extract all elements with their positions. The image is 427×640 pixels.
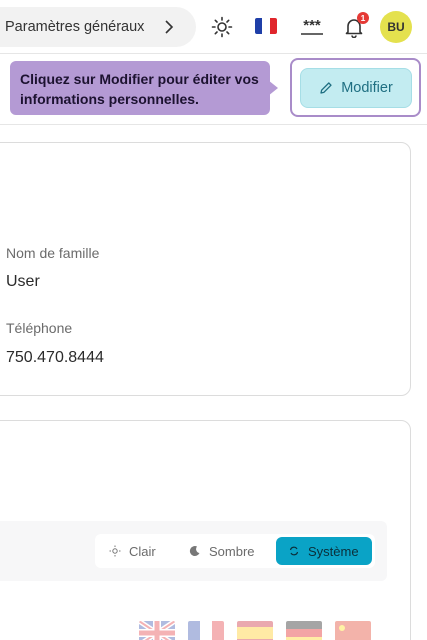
- theme-option-system[interactable]: Système: [276, 537, 372, 565]
- spanish-flag-icon[interactable]: [237, 621, 273, 640]
- theme-option-dark-label: Sombre: [209, 543, 255, 559]
- breadcrumb[interactable]: Paramètres généraux: [0, 7, 196, 47]
- sun-icon[interactable]: [209, 14, 235, 40]
- pencil-icon: [320, 82, 332, 94]
- chevron-right-icon: [165, 20, 174, 34]
- theme-option-dark[interactable]: Sombre: [177, 537, 267, 565]
- theme-option-light-label: Clair: [129, 543, 156, 559]
- last-name-value: User: [6, 273, 40, 290]
- modify-button-label: Modifier: [341, 80, 393, 96]
- phone-label: Téléphone: [6, 320, 73, 336]
- sun-icon: [109, 545, 121, 557]
- modify-button[interactable]: Modifier: [300, 68, 412, 108]
- password-mask-icon[interactable]: ***: [297, 14, 327, 40]
- tour-tooltip: Cliquez sur Modifier pour éditer vos inf…: [10, 61, 270, 115]
- tooltip-arrow: [268, 80, 278, 96]
- theme-option-light[interactable]: Clair: [97, 537, 168, 565]
- last-name-label: Nom de famille: [6, 245, 100, 261]
- sync-icon: [289, 546, 299, 556]
- tour-tooltip-text: Cliquez sur Modifier pour éditer vos inf…: [20, 71, 259, 107]
- theme-option-system-label: Système: [308, 543, 359, 559]
- password-mask-text: ***: [303, 17, 321, 34]
- uk-flag-icon[interactable]: [139, 621, 175, 640]
- german-flag-icon[interactable]: [286, 621, 322, 640]
- avatar[interactable]: BU: [380, 11, 412, 43]
- breadcrumb-label: Paramètres généraux: [5, 19, 145, 35]
- french-flag-icon[interactable]: [255, 18, 277, 34]
- top-bar: Paramètres généraux *** 1 BU: [0, 0, 427, 54]
- phone-value: 750.470.8444: [6, 349, 104, 366]
- french-flag-icon[interactable]: [188, 621, 224, 640]
- header-divider: [0, 124, 427, 125]
- notification-badge: 1: [357, 12, 369, 24]
- chinese-flag-icon[interactable]: [335, 621, 371, 640]
- moon-icon: [189, 546, 200, 557]
